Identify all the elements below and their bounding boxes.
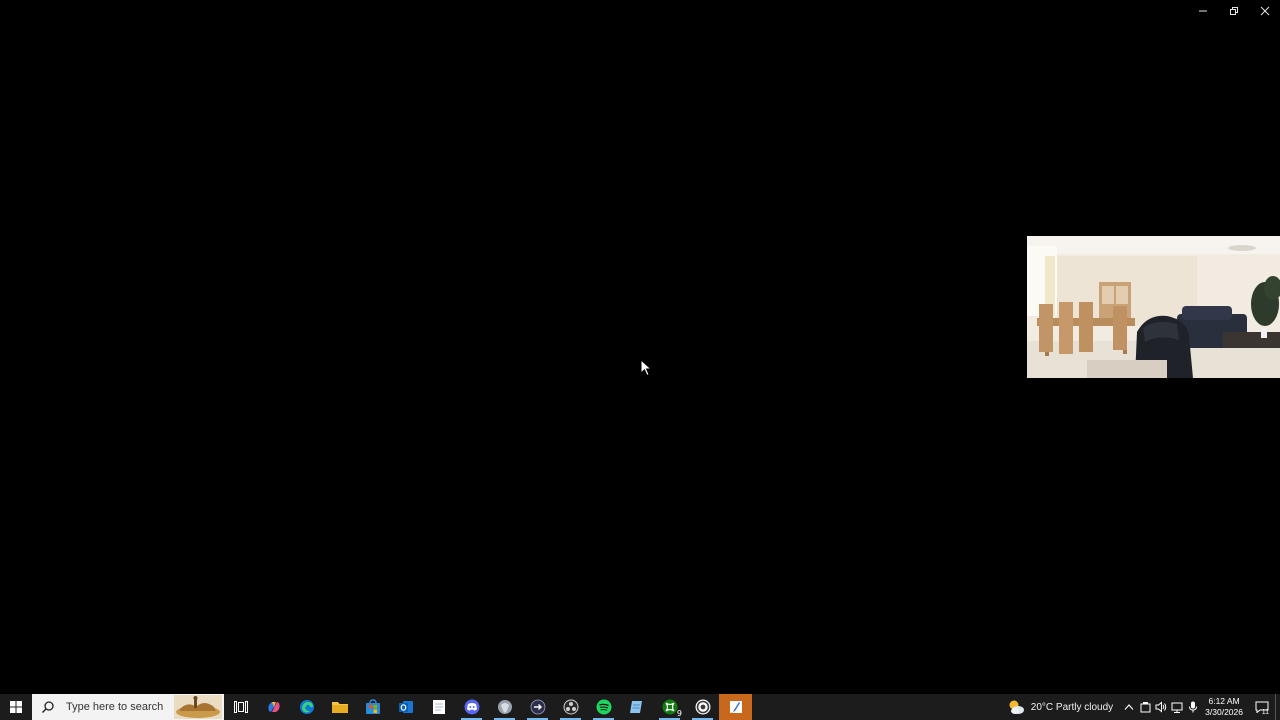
camera-feed-image — [1027, 236, 1280, 378]
network-button[interactable] — [1169, 694, 1185, 720]
close-button[interactable] — [1249, 0, 1280, 22]
taskbar-search-box[interactable]: Type here to search — [32, 694, 224, 720]
window-caption-buttons — [1187, 0, 1280, 22]
microphone-button[interactable] — [1185, 694, 1201, 720]
camera-preview[interactable] — [1027, 236, 1280, 378]
search-placeholder: Type here to search — [66, 701, 164, 713]
task-view-button[interactable] — [224, 694, 257, 720]
show-desktop-button[interactable] — [1275, 694, 1280, 720]
shield-icon — [497, 700, 512, 714]
xbox-button[interactable]: 9 — [653, 694, 686, 720]
start-button[interactable] — [0, 694, 32, 720]
dark-app-button[interactable] — [521, 694, 554, 720]
clock[interactable]: 6:12 AM 3/30/2026 — [1201, 694, 1249, 720]
obs-button[interactable] — [554, 694, 587, 720]
chevron-up-icon — [1124, 704, 1134, 710]
minimize-icon — [1198, 10, 1207, 12]
search-highlight-illustration-icon — [174, 695, 222, 719]
close-icon — [1260, 6, 1269, 16]
desktop: Type here to search 9 20°C Partly cloudy… — [0, 0, 1280, 720]
copilot-icon — [267, 702, 280, 712]
tray-app-icon — [1140, 702, 1151, 713]
outlook-icon — [398, 701, 413, 713]
notes-button[interactable] — [620, 694, 653, 720]
show-hidden-icons-button[interactable] — [1121, 694, 1137, 720]
copilot-button[interactable] — [257, 694, 290, 720]
clock-date: 3/30/2026 — [1205, 707, 1243, 717]
windows-logo-icon — [10, 701, 22, 713]
notes-icon — [629, 701, 642, 713]
taskbar: Type here to search 9 20°C Partly cloudy… — [0, 694, 1280, 720]
file-explorer-button[interactable] — [323, 694, 356, 720]
partly-cloudy-icon — [1009, 700, 1024, 714]
edge-icon — [299, 700, 314, 714]
restore-icon — [1229, 7, 1238, 15]
volume-icon — [1155, 701, 1167, 713]
network-icon — [1171, 702, 1183, 713]
spotify-icon — [596, 699, 611, 715]
system-tray: 20°C Partly cloudy 6:12 AM 3/30/2026 11 — [1007, 694, 1280, 720]
weather-text: 20°C Partly cloudy — [1030, 701, 1114, 713]
microsoft-store-button[interactable] — [356, 694, 389, 720]
notepad-icon — [432, 700, 445, 714]
notification-center-button[interactable]: 11 — [1249, 694, 1275, 720]
notepad-button[interactable] — [422, 694, 455, 720]
folder-icon — [331, 702, 348, 713]
discord-button[interactable] — [455, 694, 488, 720]
chrome-icon — [695, 699, 710, 715]
volume-button[interactable] — [1153, 694, 1169, 720]
paint-icon — [729, 701, 742, 713]
weather-widget[interactable]: 20°C Partly cloudy — [1007, 694, 1121, 720]
spotify-button[interactable] — [587, 694, 620, 720]
tray-app-button[interactable] — [1137, 694, 1153, 720]
clock-time: 6:12 AM — [1208, 696, 1240, 706]
restore-button[interactable] — [1218, 0, 1249, 22]
obs-icon — [563, 699, 578, 715]
gray-app-button[interactable] — [488, 694, 521, 720]
chrome-button[interactable] — [686, 694, 719, 720]
minimize-button[interactable] — [1187, 0, 1218, 22]
xbox-icon — [662, 699, 677, 715]
arrow-circle-icon — [530, 699, 545, 715]
microphone-icon — [1189, 701, 1198, 713]
xbox-badge: 9 — [676, 709, 682, 718]
task-view-icon — [233, 701, 248, 713]
mouse-cursor-icon — [640, 359, 652, 377]
paint-button[interactable] — [719, 694, 752, 720]
edge-button[interactable] — [290, 694, 323, 720]
outlook-button[interactable] — [389, 694, 422, 720]
store-icon — [365, 699, 380, 714]
discord-icon — [464, 699, 479, 715]
notification-count: 11 — [1261, 709, 1269, 716]
search-icon — [42, 701, 54, 713]
